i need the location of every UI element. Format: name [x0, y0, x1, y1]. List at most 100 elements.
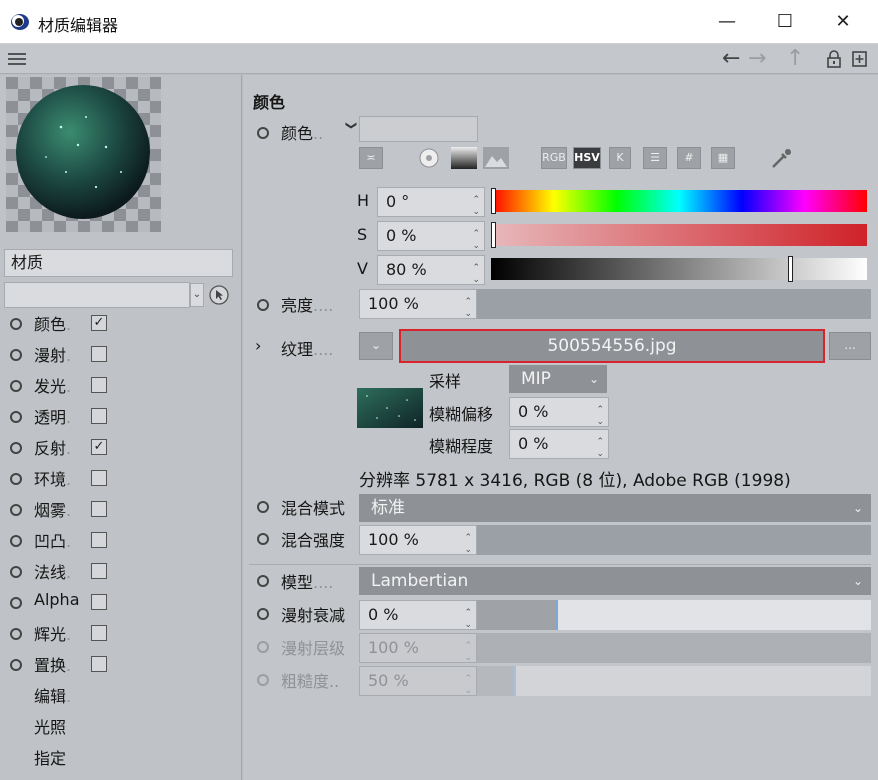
channel-label[interactable]: Alpha — [34, 590, 80, 609]
channel-checkbox[interactable] — [91, 656, 107, 672]
diffuse-falloff-spinner-icon[interactable]: ⌃ ⌄ — [464, 607, 472, 631]
color-expand-chevron-icon[interactable]: ❯ — [345, 121, 358, 130]
hue-slider-handle[interactable] — [491, 188, 496, 214]
forward-arrow-icon[interactable]: → — [748, 46, 766, 71]
brightness-input[interactable]: 100 % ⌃ ⌄ — [359, 289, 477, 319]
channel-radio[interactable] — [10, 318, 22, 330]
channel-radio[interactable] — [10, 535, 22, 547]
swatches-grid-icon[interactable]: ▦ — [711, 147, 735, 169]
diffuse-falloff-slider[interactable] — [477, 600, 871, 630]
channel-radio[interactable] — [10, 659, 22, 671]
channel-checkbox[interactable] — [91, 625, 107, 641]
channel-checkbox[interactable] — [91, 563, 107, 579]
color-mixer-icon[interactable]: ≍ — [359, 147, 383, 169]
color-swatch[interactable] — [359, 116, 478, 142]
channel-checkbox[interactable] — [91, 532, 107, 548]
channel-radio[interactable] — [10, 597, 22, 609]
image-picker-icon[interactable] — [483, 147, 509, 169]
texture-thumbnail[interactable] — [357, 388, 423, 428]
channel-extra-0[interactable]: 编辑. — [34, 683, 71, 707]
eyedropper-icon[interactable] — [769, 145, 795, 171]
sampling-dropdown[interactable]: MIP ⌄ — [509, 365, 607, 393]
diffuse-level-input[interactable]: 100 % ⌃ ⌄ — [359, 633, 477, 663]
channel-checkbox[interactable]: ✓ — [91, 439, 107, 455]
roughness-radio[interactable] — [257, 674, 269, 686]
diffuse-level-radio[interactable] — [257, 641, 269, 653]
channel-checkbox[interactable] — [91, 408, 107, 424]
blur-scale-input[interactable]: 0 % ⌃ ⌄ — [509, 429, 609, 459]
channel-radio[interactable] — [10, 566, 22, 578]
brightness-radio[interactable] — [257, 299, 269, 311]
hex-icon[interactable]: # — [677, 147, 701, 169]
channel-label[interactable]: 反射. — [34, 435, 71, 459]
diffuse-falloff-radio[interactable] — [257, 608, 269, 620]
blur-scale-spinner-icon[interactable]: ⌃ ⌄ — [596, 436, 604, 460]
channel-label[interactable]: 凹凸. — [34, 528, 71, 552]
brightness-spinner-icon[interactable]: ⌃ ⌄ — [464, 296, 472, 320]
material-preview[interactable] — [6, 77, 161, 232]
saturation-slider[interactable] — [491, 222, 867, 248]
texture-browse-button[interactable]: ... — [829, 332, 871, 360]
channel-checkbox[interactable] — [91, 470, 107, 486]
channel-label[interactable]: 透明. — [34, 404, 71, 428]
texture-menu-chevron-icon[interactable]: ⌄ — [359, 332, 393, 360]
texture-expand-chevron-icon[interactable]: › — [255, 336, 261, 355]
new-window-icon[interactable] — [852, 50, 868, 68]
value-slider[interactable] — [491, 256, 867, 282]
channel-label[interactable]: 置换. — [34, 652, 71, 676]
brightness-slider[interactable] — [477, 289, 871, 319]
channel-checkbox[interactable] — [91, 346, 107, 362]
value-input[interactable]: 80 % ⌃ ⌄ — [377, 255, 485, 285]
mix-mode-radio[interactable] — [257, 501, 269, 513]
roughness-input[interactable]: 50 % ⌃ ⌄ — [359, 666, 477, 696]
hue-input[interactable]: 0 ° ⌃ ⌄ — [377, 187, 485, 217]
roughness-spinner-icon[interactable]: ⌃ ⌄ — [464, 673, 472, 697]
saturation-slider-handle[interactable] — [491, 222, 496, 248]
channel-label[interactable]: 漫射. — [34, 342, 71, 366]
diffuse-level-slider[interactable] — [477, 633, 871, 663]
channel-extra-1[interactable]: 光照 — [34, 714, 66, 738]
color-mixing-icon[interactable]: ☰ — [643, 147, 667, 169]
saturation-spinner-icon[interactable]: ⌃ ⌄ — [472, 228, 480, 252]
maximize-button[interactable]: ☐ — [762, 6, 808, 38]
tab-kelvin[interactable]: K — [609, 147, 631, 169]
color-radio[interactable] — [257, 127, 269, 139]
close-button[interactable]: ✕ — [820, 6, 866, 38]
roughness-slider[interactable] — [477, 666, 871, 696]
model-dropdown[interactable]: Lambertian ⌄ — [359, 567, 871, 595]
tab-rgb[interactable]: RGB — [541, 147, 567, 169]
back-arrow-icon[interactable]: ← — [722, 46, 740, 71]
channel-label[interactable]: 烟雾. — [34, 497, 71, 521]
filter-dropdown-chevron-icon[interactable]: ⌄ — [190, 283, 204, 307]
channel-label[interactable]: 颜色. — [34, 311, 71, 335]
mix-strength-slider[interactable] — [477, 525, 871, 555]
mix-strength-spinner-icon[interactable]: ⌃ ⌄ — [464, 532, 472, 556]
saturation-input[interactable]: 0 % ⌃ ⌄ — [377, 221, 485, 251]
lock-icon[interactable] — [826, 50, 842, 68]
color-wheel-icon[interactable] — [417, 147, 441, 169]
channel-checkbox[interactable] — [91, 377, 107, 393]
blur-offset-spinner-icon[interactable]: ⌃ ⌄ — [596, 404, 604, 428]
channel-radio[interactable] — [10, 442, 22, 454]
diffuse-level-spinner-icon[interactable]: ⌃ ⌄ — [464, 640, 472, 664]
material-name-field[interactable]: 材质 — [4, 249, 233, 277]
hue-slider[interactable] — [491, 188, 867, 214]
channel-radio[interactable] — [10, 411, 22, 423]
channel-radio[interactable] — [10, 628, 22, 640]
mix-mode-dropdown[interactable]: 标准 ⌄ — [359, 494, 871, 522]
diffuse-falloff-input[interactable]: 0 % ⌃ ⌄ — [359, 600, 477, 630]
minimize-button[interactable]: — — [704, 6, 750, 38]
channel-radio[interactable] — [10, 504, 22, 516]
spectrum-icon[interactable] — [451, 147, 477, 169]
hamburger-icon[interactable] — [8, 52, 28, 66]
blur-offset-input[interactable]: 0 % ⌃ ⌄ — [509, 397, 609, 427]
up-arrow-icon[interactable]: ↑ — [786, 46, 804, 71]
channel-checkbox[interactable] — [91, 501, 107, 517]
channel-radio[interactable] — [10, 380, 22, 392]
channel-label[interactable]: 环境. — [34, 466, 71, 490]
model-radio[interactable] — [257, 575, 269, 587]
channel-radio[interactable] — [10, 473, 22, 485]
channel-radio[interactable] — [10, 349, 22, 361]
texture-file-field[interactable]: 500554556.jpg — [399, 329, 825, 363]
channel-checkbox[interactable] — [91, 594, 107, 610]
